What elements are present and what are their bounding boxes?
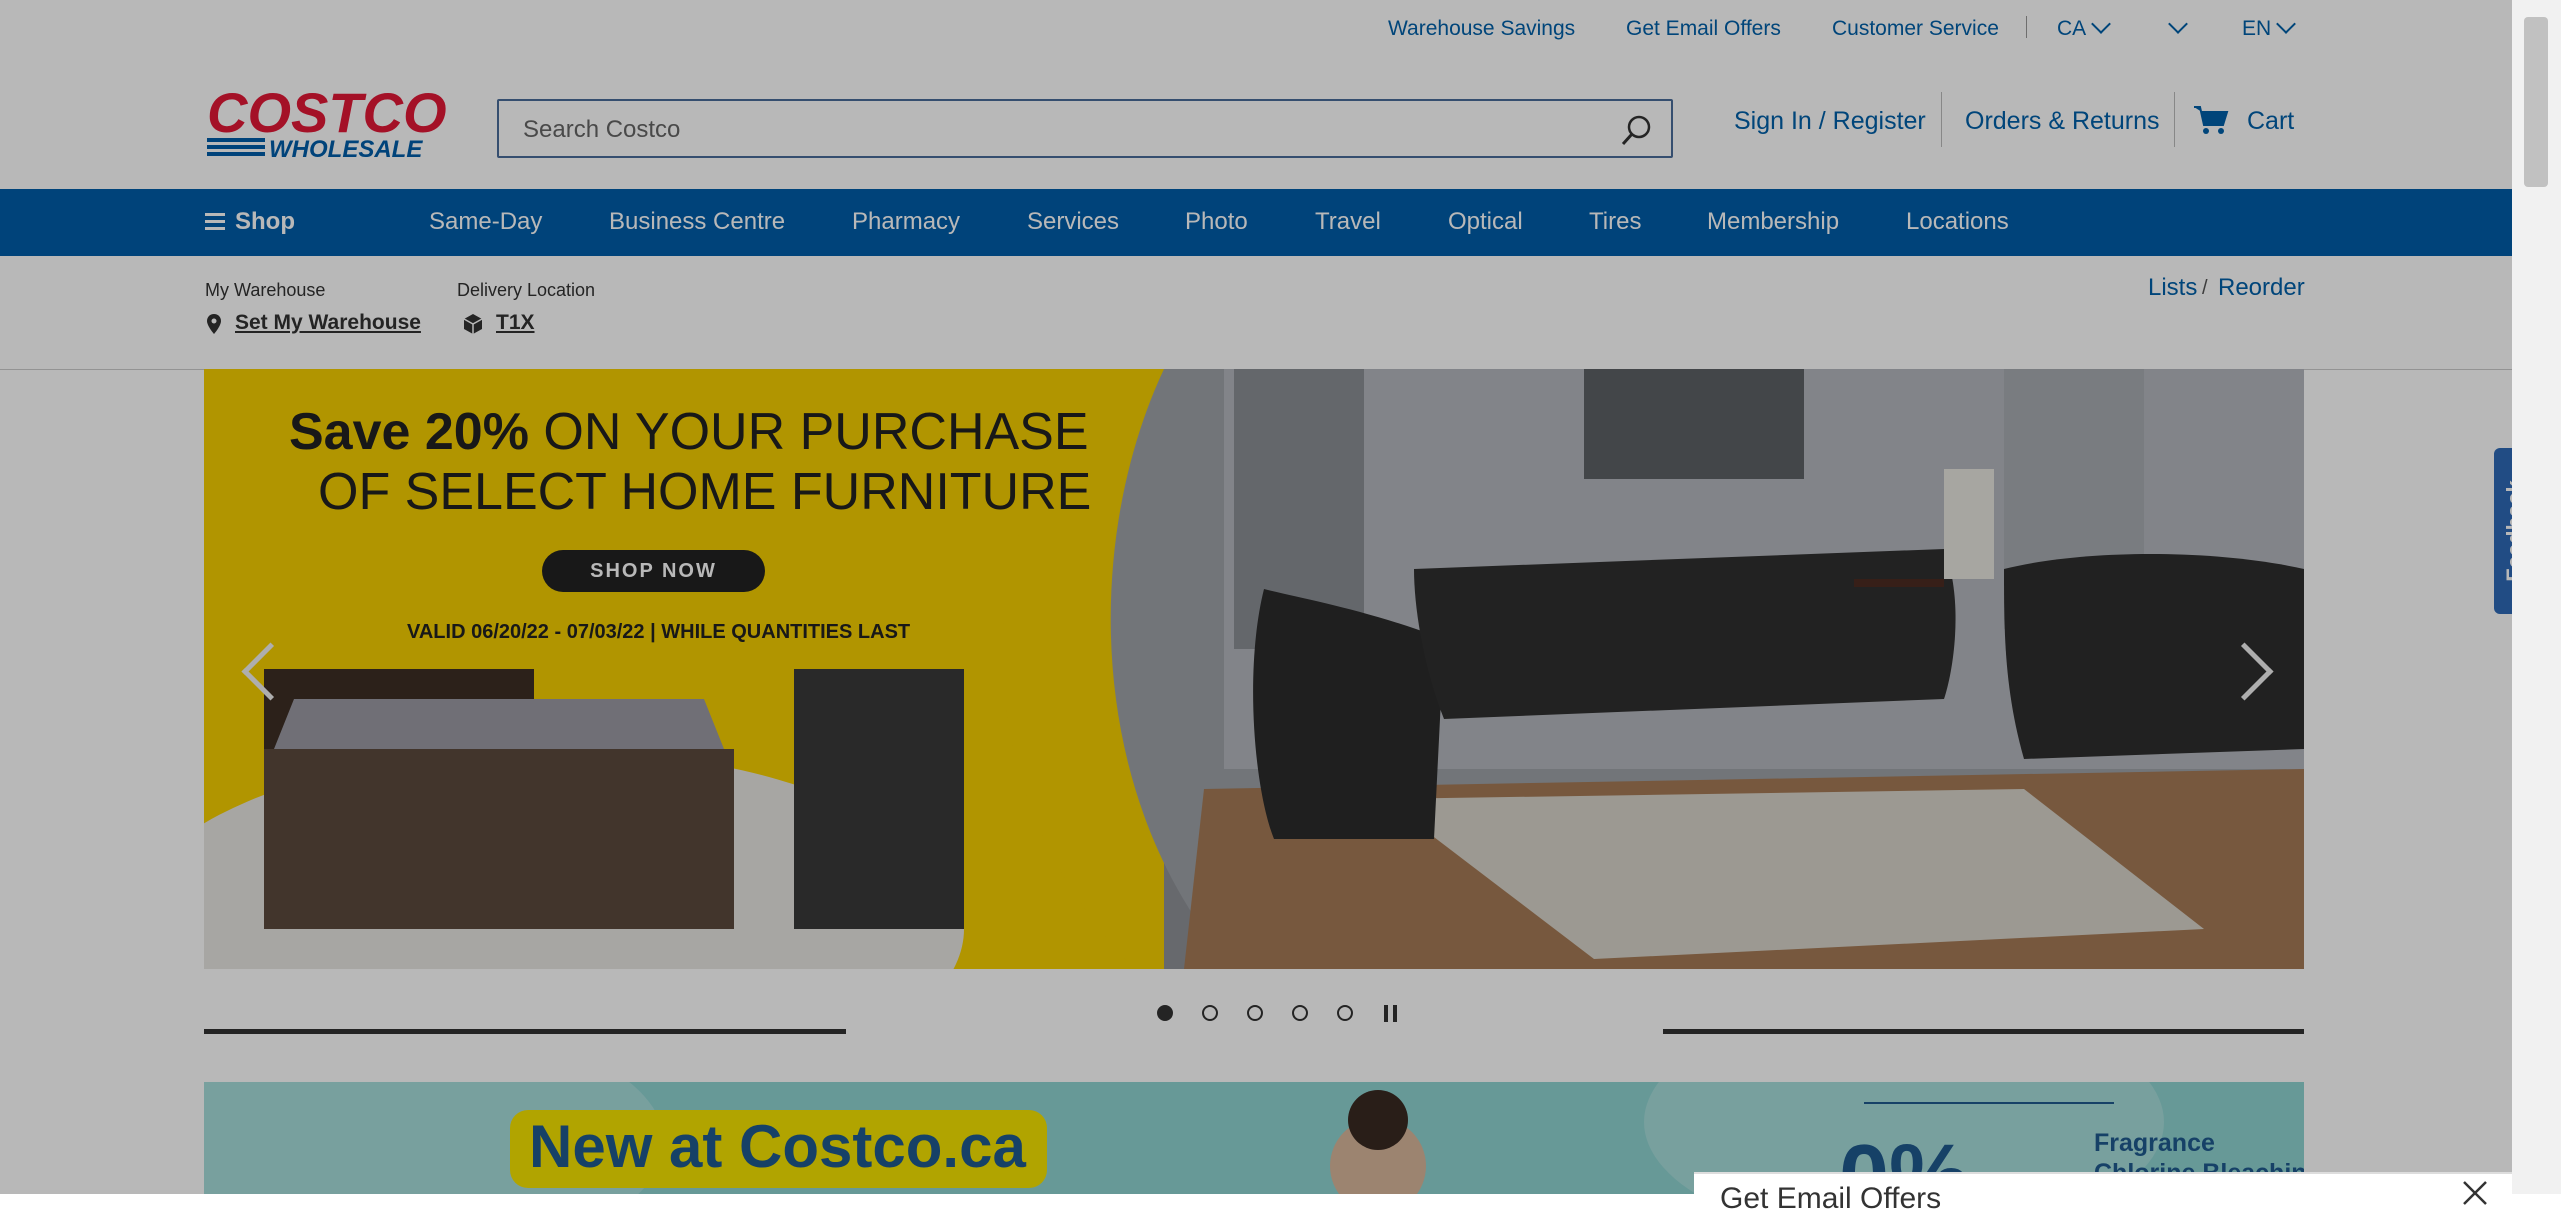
package-icon xyxy=(463,314,483,334)
hero-validity: VALID 06/20/22 - 07/03/22 | WHILE QUANTI… xyxy=(407,621,911,643)
search-box xyxy=(497,99,1673,158)
promo-feature-1: Fragrance xyxy=(2094,1129,2215,1157)
utility-bar: Warehouse Savings Get Email Offers Custo… xyxy=(0,0,2512,60)
chevron-down-icon xyxy=(2091,14,2112,34)
slash-separator: / xyxy=(2202,277,2208,299)
delivery-location-link[interactable]: T1X xyxy=(496,311,535,335)
orders-returns-link[interactable]: Orders & Returns xyxy=(1965,107,2160,136)
chevron-down-icon xyxy=(2168,14,2188,34)
carousel-dot[interactable] xyxy=(1157,1005,1173,1021)
nav-item-business-centre[interactable]: Business Centre xyxy=(609,208,785,236)
nav-item-optical[interactable]: Optical xyxy=(1448,208,1523,236)
hero-headline-rest: ON YOUR PURCHASE xyxy=(528,403,1089,461)
customer-service-link[interactable]: Customer Service xyxy=(1832,17,1999,41)
email-offers-popup: Get Email Offers xyxy=(1694,1172,2512,1215)
close-icon[interactable] xyxy=(2460,1178,2490,1208)
carousel-line-left xyxy=(204,1029,846,1034)
carousel-dot[interactable] xyxy=(1292,1005,1308,1021)
carousel-dot[interactable] xyxy=(1337,1005,1353,1021)
hero-headline-bold: Save 20% xyxy=(289,403,529,461)
dropdown-toggle[interactable] xyxy=(2163,14,2188,41)
location-pin-icon xyxy=(207,314,221,334)
language-selector[interactable]: EN xyxy=(2242,14,2297,41)
country-label: CA xyxy=(2057,17,2087,40)
cart-label: Cart xyxy=(2247,107,2295,135)
divider xyxy=(1941,92,1942,147)
nav-item-membership[interactable]: Membership xyxy=(1707,208,1839,236)
nav-item-photo[interactable]: Photo xyxy=(1185,208,1248,236)
search-input[interactable] xyxy=(521,113,1575,147)
chevron-down-icon xyxy=(2276,14,2297,34)
shop-now-button[interactable]: SHOP NOW xyxy=(542,550,765,592)
carousel-line-right xyxy=(1663,1029,2304,1034)
nav-item-same-day[interactable]: Same-Day xyxy=(429,208,542,236)
delivery-location-label: Delivery Location xyxy=(457,280,596,300)
set-warehouse-link[interactable]: Set My Warehouse xyxy=(235,311,421,335)
pause-icon[interactable] xyxy=(1384,1005,1398,1022)
divider xyxy=(2026,16,2027,38)
email-offers-link[interactable]: Get Email Offers xyxy=(1626,17,1781,41)
warehouse-savings-link[interactable]: Warehouse Savings xyxy=(1388,17,1575,41)
divider xyxy=(2174,92,2175,147)
warehouse-bar: My Warehouse Set My Warehouse Delivery L… xyxy=(0,256,2512,370)
scrollbar-thumb[interactable] xyxy=(2524,17,2548,187)
shop-label: Shop xyxy=(235,208,295,235)
reorder-link[interactable]: Reorder xyxy=(2218,274,2305,302)
nav-item-pharmacy[interactable]: Pharmacy xyxy=(852,208,960,236)
costco-logo-icon: COSTCO WHOLESALE xyxy=(207,81,447,163)
hero-headline-line2: OF SELECT HOME FURNITURE xyxy=(318,463,1092,521)
logo-bottom-text: WHOLESALE xyxy=(269,136,423,160)
my-warehouse-label: My Warehouse xyxy=(205,280,326,300)
nav-item-services[interactable]: Services xyxy=(1027,208,1119,236)
costco-logo[interactable]: COSTCO WHOLESALE xyxy=(205,81,460,163)
cart-button[interactable]: Cart xyxy=(2193,104,2303,140)
main-nav: Shop Same-Day Business Centre Pharmacy S… xyxy=(0,189,2512,256)
email-popup-title: Get Email Offers xyxy=(1720,1182,1942,1215)
promo-title: New at Costco.ca xyxy=(529,1113,1026,1180)
nav-item-travel[interactable]: Travel xyxy=(1315,208,1381,236)
hamburger-icon xyxy=(205,213,225,230)
nav-item-tires[interactable]: Tires xyxy=(1589,208,1641,236)
nav-item-locations[interactable]: Locations xyxy=(1906,208,2009,236)
cart-icon xyxy=(2194,106,2229,134)
lists-link[interactable]: Lists xyxy=(2148,274,2197,302)
carousel-dot[interactable] xyxy=(1202,1005,1218,1021)
hero-carousel[interactable]: Save 20% ON YOUR PURCHASE OF SELECT HOME… xyxy=(204,369,2304,969)
sign-in-link[interactable]: Sign In / Register xyxy=(1734,107,1926,136)
language-label: EN xyxy=(2242,17,2272,40)
shop-menu-button[interactable]: Shop xyxy=(205,207,305,239)
hero-headline: Save 20% ON YOUR PURCHASE xyxy=(289,402,1429,462)
carousel-dot[interactable] xyxy=(1247,1005,1263,1021)
search-icon[interactable] xyxy=(1619,113,1653,147)
country-selector[interactable]: CA xyxy=(2057,14,2112,41)
